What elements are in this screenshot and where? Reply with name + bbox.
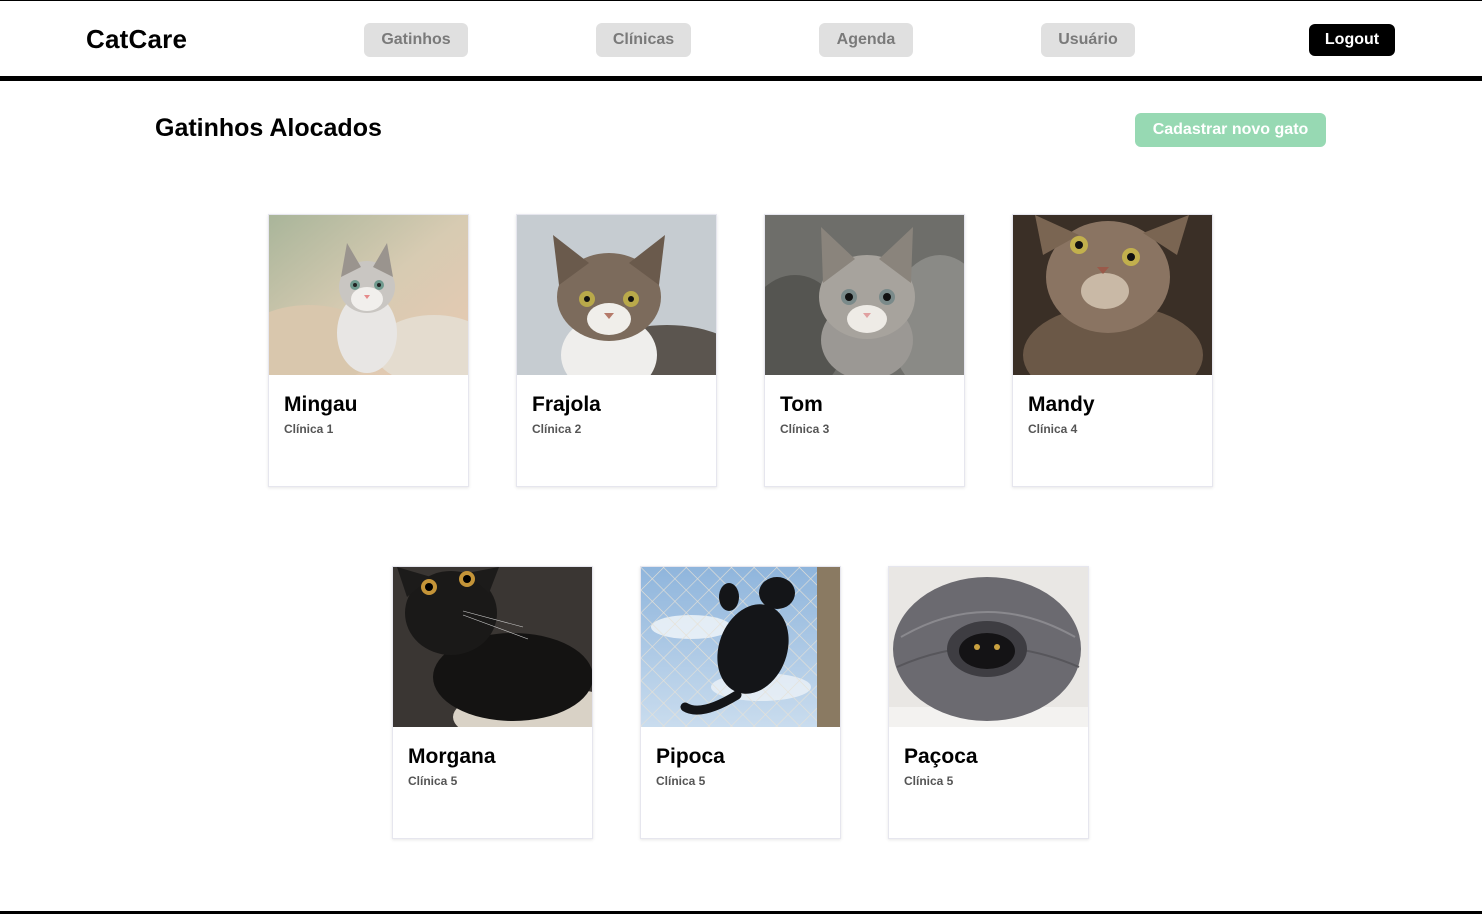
cat-photo [641, 567, 840, 727]
cat-name: Mingau [284, 393, 358, 416]
cat-name: Mandy [1028, 393, 1095, 416]
cat-name: Morgana [408, 745, 496, 768]
nav-gatinhos-button[interactable]: Gatinhos [364, 23, 468, 57]
nav-clinicas-button[interactable]: Clínicas [596, 23, 691, 57]
cat-name: Pipoca [656, 745, 725, 768]
nav-usuario-button[interactable]: Usuário [1041, 23, 1135, 57]
navbar-divider [0, 76, 1482, 81]
cat-clinic: Clínica 5 [656, 774, 706, 788]
brand-logo[interactable]: CatCare [86, 24, 187, 55]
cat-clinic: Clínica 4 [1028, 422, 1078, 436]
cat-name: Tom [780, 393, 823, 416]
cat-photo [393, 567, 592, 727]
cat-clinic: Clínica 3 [780, 422, 830, 436]
cat-photo [765, 215, 964, 375]
cat-card[interactable]: Paçoca Clínica 5 [888, 566, 1089, 839]
page-title: Gatinhos Alocados [155, 114, 382, 142]
cat-clinic: Clínica 2 [532, 422, 582, 436]
cat-photo [889, 567, 1088, 727]
cat-photo [517, 215, 716, 375]
nav-agenda-button[interactable]: Agenda [819, 23, 913, 57]
cat-card[interactable]: Mandy Clínica 4 [1012, 214, 1213, 487]
cat-photo [269, 215, 468, 375]
cat-name: Frajola [532, 393, 601, 416]
cat-card[interactable]: Pipoca Clínica 5 [640, 566, 841, 839]
cat-clinic: Clínica 5 [408, 774, 458, 788]
add-cat-button[interactable]: Cadastrar novo gato [1135, 113, 1326, 147]
cat-card[interactable]: Frajola Clínica 2 [516, 214, 717, 487]
cat-card[interactable]: Morgana Clínica 5 [392, 566, 593, 839]
cat-clinic: Clínica 5 [904, 774, 954, 788]
cat-photo [1013, 215, 1212, 375]
cat-card[interactable]: Mingau Clínica 1 [268, 214, 469, 487]
cat-clinic: Clínica 1 [284, 422, 334, 436]
cat-name: Paçoca [904, 745, 978, 768]
navbar: CatCare Gatinhos Clínicas Agenda Usuário… [0, 1, 1482, 76]
cat-card[interactable]: Tom Clínica 3 [764, 214, 965, 487]
logout-button[interactable]: Logout [1309, 24, 1395, 56]
